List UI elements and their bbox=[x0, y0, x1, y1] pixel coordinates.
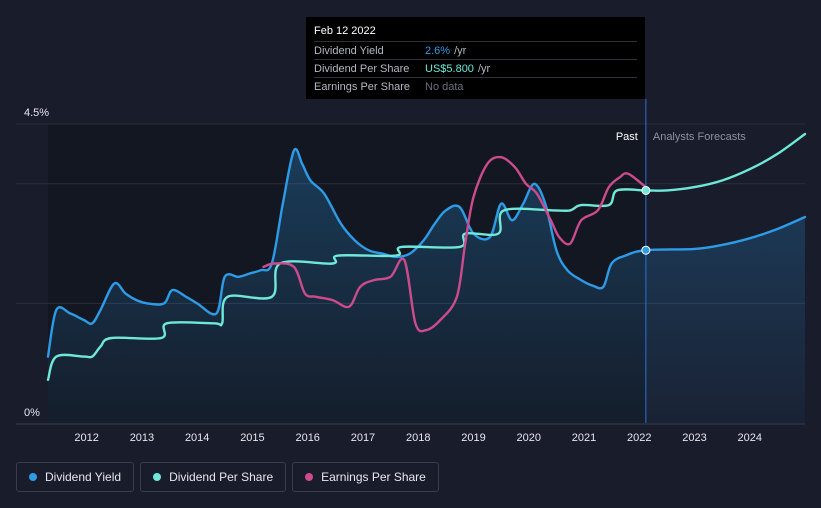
y-tick-label: 4.5% bbox=[24, 107, 49, 119]
legend-dividend-per-share[interactable]: Dividend Per Share bbox=[140, 462, 287, 492]
tooltip-row-earnings-per-share: Earnings Per Share No data bbox=[314, 77, 637, 95]
x-tick-label: 2019 bbox=[461, 432, 485, 444]
legend-earnings-per-share[interactable]: Earnings Per Share bbox=[292, 462, 439, 492]
tooltip-row-dividend-yield: Dividend Yield 2.6% /yr bbox=[314, 41, 637, 59]
dividend-per-share-marker bbox=[641, 185, 651, 195]
legend: Dividend Yield Dividend Per Share Earnin… bbox=[16, 462, 439, 492]
x-tick-label: 2023 bbox=[682, 432, 706, 444]
x-tick-label: 2022 bbox=[627, 432, 651, 444]
legend-label: Earnings Per Share bbox=[321, 470, 426, 484]
x-tick-label: 2018 bbox=[406, 432, 430, 444]
legend-dividend-yield[interactable]: Dividend Yield bbox=[16, 462, 135, 492]
legend-dot-icon bbox=[29, 473, 37, 481]
x-tick-label: 2024 bbox=[738, 432, 762, 444]
tooltip-value: 2.6% bbox=[425, 44, 451, 57]
tooltip-unit: /yr bbox=[477, 62, 491, 75]
x-tick-label: 2016 bbox=[295, 432, 319, 444]
tooltip-value: No data bbox=[425, 80, 464, 93]
legend-dot-icon bbox=[153, 473, 162, 481]
legend-dot-icon bbox=[305, 473, 314, 481]
tooltip-label: Dividend Per Share bbox=[314, 62, 410, 75]
x-tick-label: 2014 bbox=[185, 432, 209, 444]
x-tick-label: 2015 bbox=[240, 432, 264, 444]
tooltip-value: US$5.800 bbox=[425, 62, 474, 75]
past-zone-label: Past bbox=[616, 131, 638, 143]
legend-label: Dividend Per Share bbox=[169, 470, 274, 484]
tooltip-label: Dividend Yield bbox=[314, 44, 384, 57]
tooltip-label: Earnings Per Share bbox=[314, 80, 410, 93]
tooltip-row-dividend-per-share: Dividend Per Share US$5.800 /yr bbox=[314, 59, 637, 77]
x-tick-label: 2012 bbox=[74, 432, 98, 444]
tooltip: Feb 12 2022 Dividend Yield 2.6% /yr Divi… bbox=[306, 17, 645, 99]
y-tick-label: 0% bbox=[24, 407, 40, 419]
x-tick-label: 2013 bbox=[130, 432, 154, 444]
tooltip-date: Feb 12 2022 bbox=[314, 25, 376, 37]
tooltip-unit: /yr bbox=[454, 44, 467, 57]
x-tick-label: 2020 bbox=[516, 432, 540, 444]
x-tick-label: 2017 bbox=[351, 432, 375, 444]
forecast-zone-label: Analysts Forecasts bbox=[653, 131, 746, 143]
legend-label: Dividend Yield bbox=[45, 470, 122, 484]
dividend-yield-marker bbox=[641, 245, 651, 255]
x-tick-label: 2021 bbox=[572, 432, 596, 444]
